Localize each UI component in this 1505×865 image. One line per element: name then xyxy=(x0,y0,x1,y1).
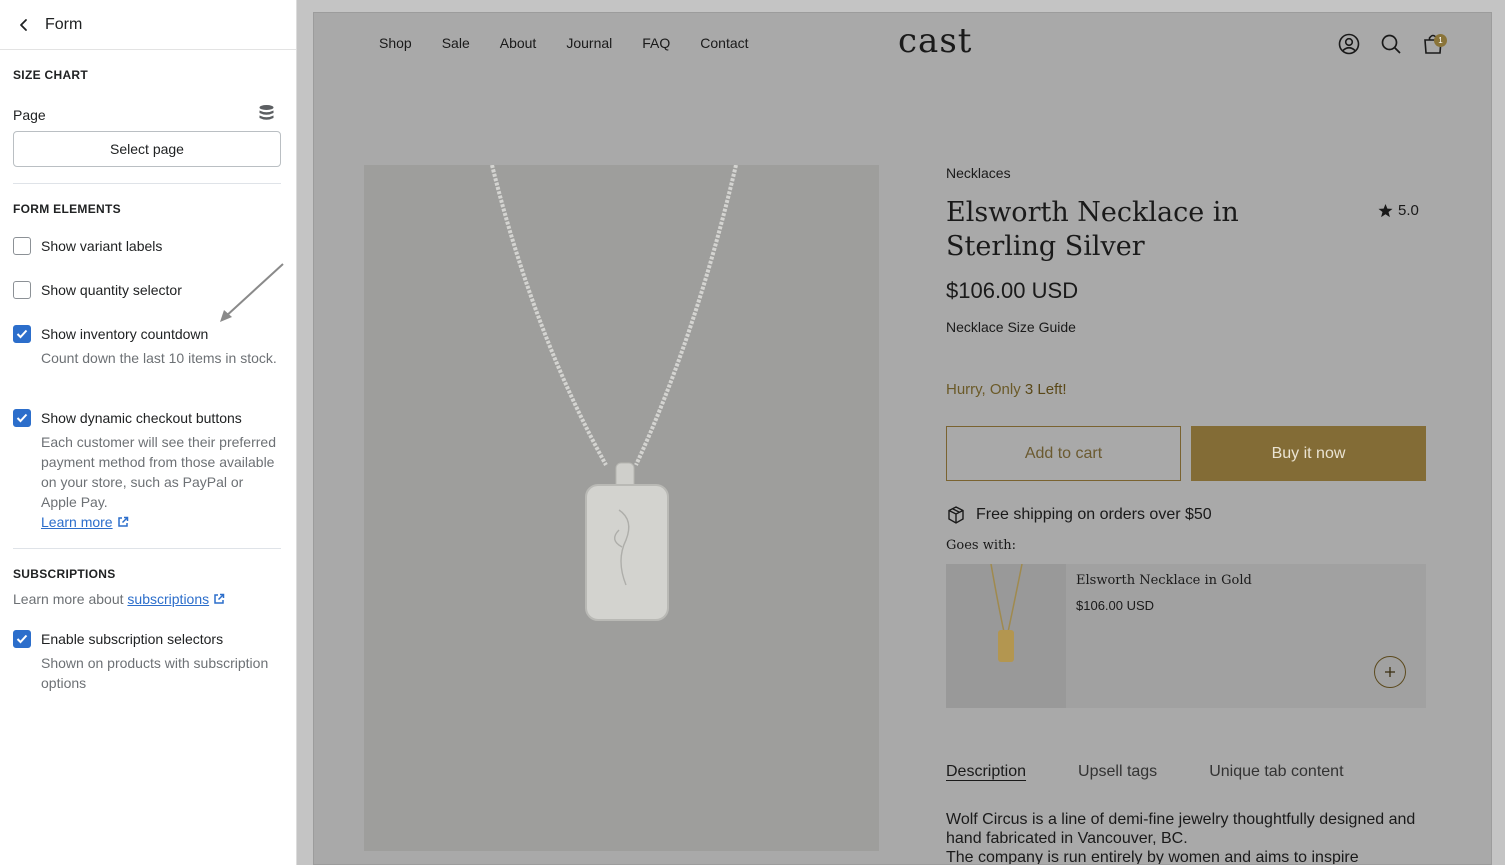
nav-item-shop[interactable]: Shop xyxy=(379,35,412,51)
quantity-selector-checkbox[interactable] xyxy=(13,281,31,299)
plus-icon xyxy=(1385,667,1395,677)
variant-labels-option[interactable]: Show variant labels xyxy=(13,237,162,255)
main-nav: Shop Sale About Journal FAQ Contact xyxy=(379,35,779,51)
nav-item-contact[interactable]: Contact xyxy=(700,35,748,51)
inventory-countdown-checkbox[interactable] xyxy=(13,325,31,343)
package-icon xyxy=(948,506,964,524)
nav-item-journal[interactable]: Journal xyxy=(566,35,612,51)
product-title: Elsworth Necklace in Sterling Silver xyxy=(946,197,1239,262)
learn-more-prefix: Learn more about xyxy=(13,591,124,607)
checkmark-icon xyxy=(16,329,28,339)
search-icon[interactable] xyxy=(1380,33,1402,55)
subscriptions-learn-more: Learn more about subscriptions xyxy=(13,591,225,607)
nav-item-faq[interactable]: FAQ xyxy=(642,35,670,51)
panel-title: Form xyxy=(45,15,83,33)
upsell-product-name[interactable]: Elsworth Necklace in Gold xyxy=(1076,573,1252,588)
cart-count-badge: 1 xyxy=(1434,34,1447,47)
inventory-countdown-label: Show inventory countdown xyxy=(41,326,209,342)
subscriptions-link[interactable]: subscriptions xyxy=(127,591,209,607)
inventory-countdown: Hurry, Only 3 Left! xyxy=(946,381,1067,398)
product-rating: 5.0 xyxy=(1378,202,1419,219)
inventory-countdown-option[interactable]: Show inventory countdown xyxy=(13,325,208,343)
shipping-text: Free shipping on orders over $50 xyxy=(976,506,1212,523)
gold-necklace-image xyxy=(990,563,1023,662)
hurry-count: 3 Left! xyxy=(1024,381,1067,398)
variant-labels-label: Show variant labels xyxy=(41,238,163,254)
dynamic-source-icon[interactable] xyxy=(258,104,275,121)
dynamic-checkout-option[interactable]: Show dynamic checkout buttons xyxy=(13,409,242,427)
account-icon[interactable] xyxy=(1338,33,1360,55)
upsell-product-price: $106.00 USD xyxy=(1076,598,1155,613)
learn-more-link[interactable]: Learn more xyxy=(41,514,113,530)
description-paragraph: The company is run entirely by women and… xyxy=(946,849,1359,865)
back-button[interactable] xyxy=(14,15,34,35)
upsell-card[interactable]: Elsworth Necklace in Gold $106.00 USD xyxy=(946,563,1426,708)
size-guide-link[interactable]: Necklace Size Guide xyxy=(946,319,1076,335)
necklace-image xyxy=(490,165,738,621)
form-elements-heading: FORM ELEMENTS xyxy=(13,202,121,216)
add-to-cart-button[interactable]: Add to cart xyxy=(946,426,1181,481)
goes-with-label: Goes with: xyxy=(946,538,1016,553)
annotation-arrow xyxy=(220,263,284,322)
external-link-icon xyxy=(117,516,128,527)
settings-panel: Form SIZE CHART Page Select page FORM EL… xyxy=(0,0,297,865)
store-preview: Shop Sale About Journal FAQ Contact cast… xyxy=(313,12,1492,865)
shipping-notice: Free shipping on orders over $50 xyxy=(946,505,1212,525)
dynamic-checkout-label: Show dynamic checkout buttons xyxy=(41,410,242,426)
subscription-selectors-label: Enable subscription selectors xyxy=(41,631,224,647)
star-icon xyxy=(1378,203,1393,218)
description-paragraph: Wolf Circus is a line of demi-fine jewel… xyxy=(946,811,1416,847)
subscription-selectors-checkbox[interactable] xyxy=(13,630,31,648)
tab-unique-content[interactable]: Unique tab content xyxy=(1209,763,1343,781)
dynamic-checkout-help-text: Each customer will see their preferred p… xyxy=(41,434,276,510)
product-category[interactable]: Necklaces xyxy=(946,165,1011,181)
select-page-button[interactable]: Select page xyxy=(13,131,281,167)
hurry-prefix: Hurry, Only xyxy=(946,381,1021,398)
product-image[interactable] xyxy=(364,165,879,851)
product-description: Wolf Circus is a line of demi-fine jewel… xyxy=(946,810,1416,865)
chevron-left-icon xyxy=(20,18,27,31)
add-upsell-button[interactable] xyxy=(1374,656,1406,688)
size-chart-heading: SIZE CHART xyxy=(13,68,88,82)
upsell-image[interactable] xyxy=(946,563,1066,708)
checkmark-icon xyxy=(16,634,28,644)
tab-description[interactable]: Description xyxy=(946,763,1026,781)
buy-now-button[interactable]: Buy it now xyxy=(1191,426,1426,481)
dynamic-checkout-help: Each customer will see their preferred p… xyxy=(41,432,281,532)
store-logo[interactable]: cast xyxy=(898,21,972,61)
page-label: Page xyxy=(13,107,46,123)
divider xyxy=(13,548,281,549)
divider xyxy=(13,183,281,184)
subscriptions-heading: SUBSCRIPTIONS xyxy=(13,567,116,581)
nav-item-sale[interactable]: Sale xyxy=(442,35,470,51)
rating-value: 5.0 xyxy=(1398,202,1419,219)
product-tabs: Description Upsell tags Unique tab conte… xyxy=(946,763,1396,781)
quantity-selector-option[interactable]: Show quantity selector xyxy=(13,281,182,299)
subscription-selectors-option[interactable]: Enable subscription selectors xyxy=(13,630,223,648)
panel-header: Form xyxy=(0,0,296,50)
external-link-icon xyxy=(214,593,225,604)
product-price: $106.00 USD xyxy=(946,278,1079,303)
dynamic-checkout-checkbox[interactable] xyxy=(13,409,31,427)
tab-upsell-tags[interactable]: Upsell tags xyxy=(1078,763,1157,781)
subscription-selectors-help: Shown on products with subscription opti… xyxy=(41,655,269,691)
inventory-countdown-help: Count down the last 10 items in stock. xyxy=(41,350,277,366)
checkmark-icon xyxy=(16,413,28,423)
nav-item-about[interactable]: About xyxy=(500,35,537,51)
quantity-selector-label: Show quantity selector xyxy=(41,282,182,298)
variant-labels-checkbox[interactable] xyxy=(13,237,31,255)
